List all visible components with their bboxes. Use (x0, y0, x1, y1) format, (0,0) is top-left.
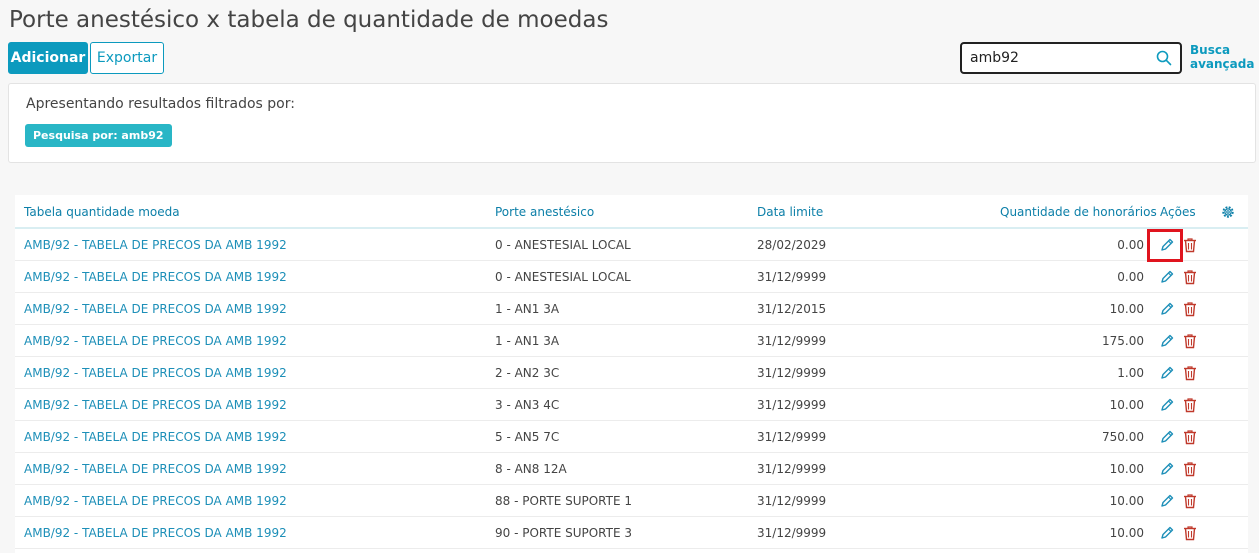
trash-icon[interactable] (1183, 397, 1197, 413)
header-data-limite[interactable]: Data limite (757, 205, 823, 219)
cell-data-limite: 31/12/9999 (757, 334, 827, 348)
cell-quantidade: 10.00 (1109, 462, 1144, 476)
trash-icon[interactable] (1183, 333, 1197, 349)
trash-icon[interactable] (1183, 365, 1197, 381)
table-header: Tabela quantidade moeda Porte anestésico… (15, 195, 1248, 229)
pencil-icon[interactable] (1159, 493, 1175, 509)
pencil-icon[interactable] (1159, 333, 1175, 349)
cell-porte: 90 - PORTE SUPORTE 3 (495, 526, 633, 540)
pencil-icon[interactable] (1159, 429, 1175, 445)
cell-data-limite: 31/12/9999 (757, 462, 827, 476)
cell-data-limite: 31/12/9999 (757, 366, 827, 380)
search-icon[interactable] (1156, 50, 1172, 66)
trash-icon[interactable] (1183, 269, 1197, 285)
cell-tabela[interactable]: AMB/92 - TABELA DE PRECOS DA AMB 1992 (24, 494, 287, 508)
cell-tabela[interactable]: AMB/92 - TABELA DE PRECOS DA AMB 1992 (24, 302, 287, 316)
search-input-value: amb92 (970, 50, 1019, 66)
table-row: AMB/92 - TABELA DE PRECOS DA AMB 1992 1 -… (15, 325, 1248, 357)
pencil-icon[interactable] (1159, 461, 1175, 477)
gear-icon[interactable] (1221, 205, 1235, 219)
header-porte[interactable]: Porte anestésico (495, 205, 594, 219)
cell-tabela[interactable]: AMB/92 - TABELA DE PRECOS DA AMB 1992 (24, 462, 287, 476)
cell-data-limite: 28/02/2029 (757, 238, 827, 252)
cell-quantidade: 10.00 (1109, 526, 1144, 540)
add-button[interactable]: Adicionar (8, 42, 88, 74)
search-input[interactable]: amb92 (960, 42, 1182, 74)
pencil-icon[interactable] (1159, 269, 1175, 285)
cell-porte: 0 - ANESTESIAL LOCAL (495, 270, 631, 284)
cell-tabela[interactable]: AMB/92 - TABELA DE PRECOS DA AMB 1992 (24, 526, 287, 540)
pencil-icon[interactable] (1159, 397, 1175, 413)
trash-icon[interactable] (1183, 525, 1197, 541)
cell-quantidade: 10.00 (1109, 302, 1144, 316)
cell-quantidade: 10.00 (1109, 494, 1144, 508)
header-acoes: Ações (1160, 205, 1196, 219)
table-row: AMB/92 - TABELA DE PRECOS DA AMB 1992 0 -… (15, 261, 1248, 293)
cell-porte: 5 - AN5 7C (495, 430, 560, 444)
table-row: AMB/92 - TABELA DE PRECOS DA AMB 1992 5 -… (15, 421, 1248, 453)
cell-tabela[interactable]: AMB/92 - TABELA DE PRECOS DA AMB 1992 (24, 238, 287, 252)
pencil-icon[interactable] (1159, 237, 1175, 253)
header-tabela[interactable]: Tabela quantidade moeda (24, 205, 180, 219)
table-row: AMB/92 - TABELA DE PRECOS DA AMB 1992 1 -… (15, 293, 1248, 325)
cell-porte: 2 - AN2 3C (495, 366, 560, 380)
cell-tabela[interactable]: AMB/92 - TABELA DE PRECOS DA AMB 1992 (24, 366, 287, 380)
pencil-icon[interactable] (1159, 301, 1175, 317)
page-title: Porte anestésico x tabela de quantidade … (9, 7, 609, 33)
cell-porte: 1 - AN1 3A (495, 334, 560, 348)
table-row: AMB/92 - TABELA DE PRECOS DA AMB 1992 2 -… (15, 357, 1248, 389)
cell-quantidade: 0.00 (1117, 238, 1144, 252)
advanced-search-label-line1: Busca (1190, 43, 1231, 57)
cell-tabela[interactable]: AMB/92 - TABELA DE PRECOS DA AMB 1992 (24, 334, 287, 348)
advanced-search-link[interactable]: Busca avançada (1190, 43, 1255, 71)
pencil-icon[interactable] (1159, 525, 1175, 541)
cell-data-limite: 31/12/9999 (757, 430, 827, 444)
cell-quantidade: 10.00 (1109, 398, 1144, 412)
trash-icon[interactable] (1183, 493, 1197, 509)
trash-icon[interactable] (1183, 429, 1197, 445)
export-button[interactable]: Exportar (90, 42, 164, 74)
cell-tabela[interactable]: AMB/92 - TABELA DE PRECOS DA AMB 1992 (24, 430, 287, 444)
cell-porte: 88 - PORTE SUPORTE 1 (495, 494, 633, 508)
cell-data-limite: 31/12/9999 (757, 494, 827, 508)
filter-title: Apresentando resultados filtrados por: (26, 96, 295, 112)
cell-porte: 8 - AN8 12A (495, 462, 567, 476)
cell-quantidade: 1.00 (1117, 366, 1144, 380)
cell-data-limite: 31/12/2015 (757, 302, 827, 316)
cell-porte: 0 - ANESTESIAL LOCAL (495, 238, 631, 252)
cell-data-limite: 31/12/9999 (757, 398, 827, 412)
cell-tabela[interactable]: AMB/92 - TABELA DE PRECOS DA AMB 1992 (24, 398, 287, 412)
header-quantidade[interactable]: Quantidade de honorários (1000, 205, 1157, 219)
trash-icon[interactable] (1183, 461, 1197, 477)
filter-tag[interactable]: Pesquisa por: amb92 (25, 124, 172, 147)
cell-quantidade: 750.00 (1102, 430, 1144, 444)
results-table: Tabela quantidade moeda Porte anestésico… (15, 195, 1248, 553)
table-row: AMB/92 - TABELA DE PRECOS DA AMB 1992 8 -… (15, 453, 1248, 485)
cell-quantidade: 175.00 (1102, 334, 1144, 348)
cell-porte: 3 - AN3 4C (495, 398, 560, 412)
cell-data-limite: 31/12/9999 (757, 526, 827, 540)
table-row: AMB/92 - TABELA DE PRECOS DA AMB 1992 90 … (15, 517, 1248, 549)
advanced-search-label-line2: avançada (1190, 57, 1255, 71)
cell-data-limite: 31/12/9999 (757, 270, 827, 284)
table-row: AMB/92 - TABELA DE PRECOS DA AMB 1992 3 -… (15, 389, 1248, 421)
cell-porte: 1 - AN1 3A (495, 302, 560, 316)
cell-quantidade: 0.00 (1117, 270, 1144, 284)
trash-icon[interactable] (1183, 237, 1197, 253)
pencil-icon[interactable] (1159, 365, 1175, 381)
table-row: AMB/92 - TABELA DE PRECOS DA AMB 1992 88 … (15, 485, 1248, 517)
filter-panel: Apresentando resultados filtrados por: P… (8, 83, 1256, 163)
trash-icon[interactable] (1183, 301, 1197, 317)
table-body: AMB/92 - TABELA DE PRECOS DA AMB 1992 0 -… (15, 229, 1248, 549)
cell-tabela[interactable]: AMB/92 - TABELA DE PRECOS DA AMB 1992 (24, 270, 287, 284)
table-row: AMB/92 - TABELA DE PRECOS DA AMB 1992 0 -… (15, 229, 1248, 261)
